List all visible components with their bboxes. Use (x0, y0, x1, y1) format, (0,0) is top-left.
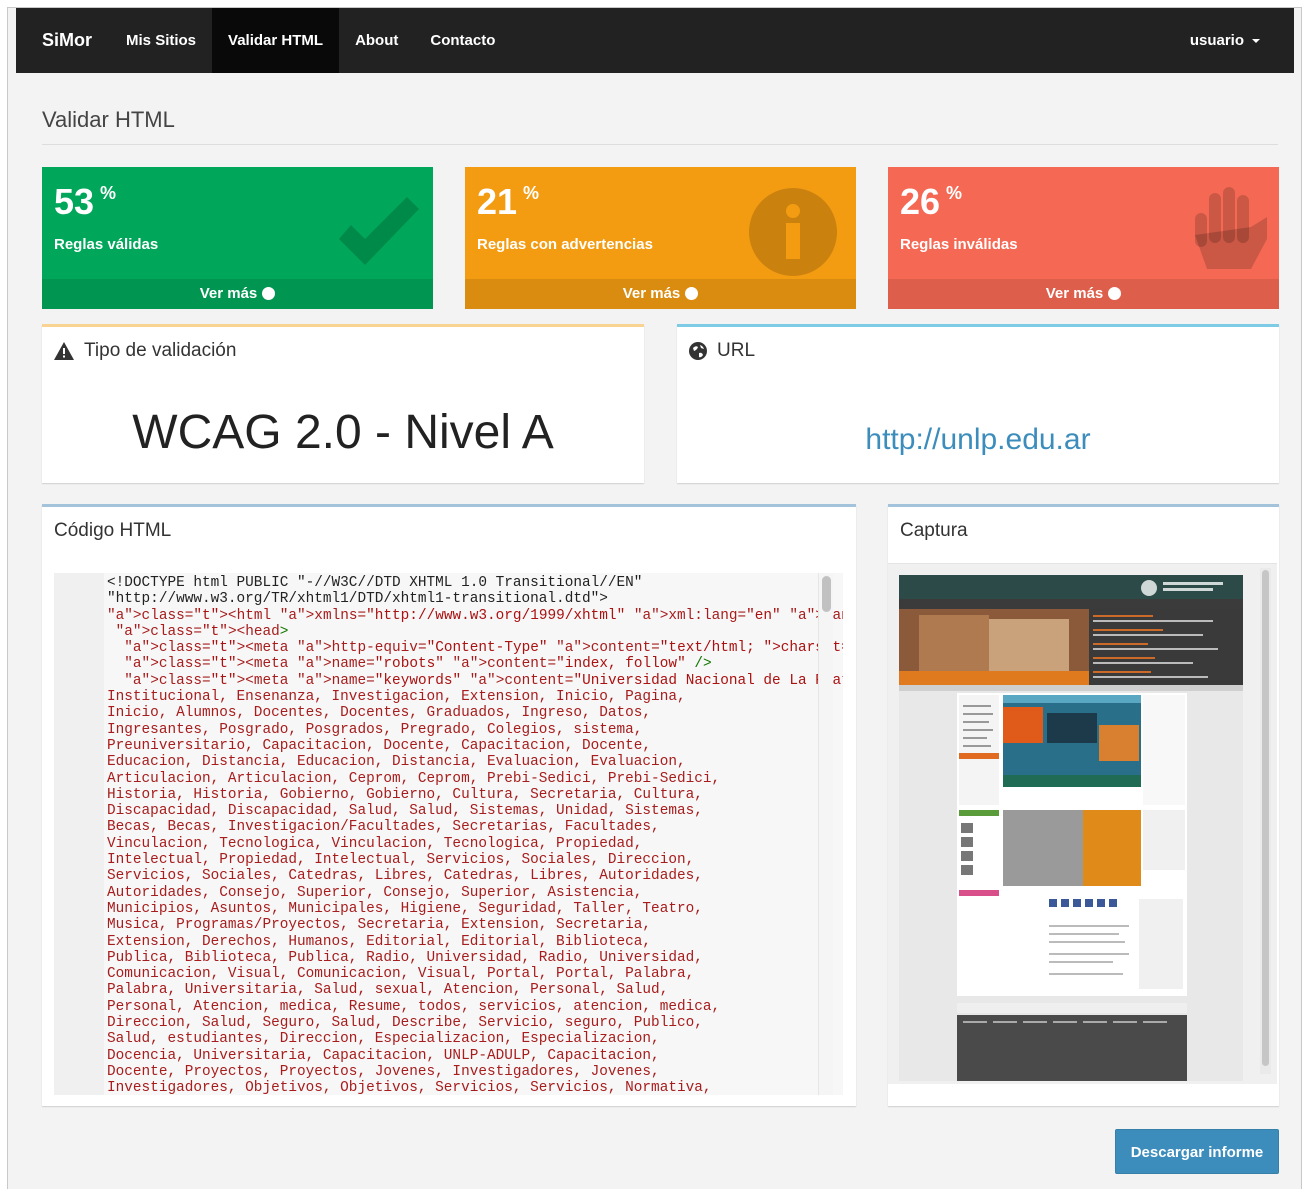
validation-type-box: Tipo de validación WCAG 2.0 - Nivel A (42, 324, 644, 483)
nav-item-mis-sitios[interactable]: Mis Sitios (110, 8, 212, 73)
code-line: Becas, Becas, Investigacion/Facultades, … (107, 819, 660, 836)
stat-invalid-more-link[interactable]: Ver más (888, 279, 1279, 309)
code-line: Extension, Derechos, Humanos, Editorial,… (107, 933, 652, 950)
stat-box-valid: 53% Reglas válidas Ver más (42, 167, 433, 309)
info-icon (749, 188, 837, 276)
validation-type-value: WCAG 2.0 - Nivel A (132, 406, 554, 459)
brand-logo[interactable]: SiMor (16, 8, 110, 73)
code-line: Servicios, Sociales, Catedras, Libres, C… (107, 868, 703, 885)
html-code-box: Código HTML <!DOCTYPE html PUBLIC "-//W3… (42, 504, 856, 1106)
code-scrollbar-thumb[interactable] (822, 576, 831, 612)
site-url-link[interactable]: http://unlp.edu.ar (677, 423, 1279, 457)
code-line: Discapacidad, Discapacidad, Salud, Salud… (107, 803, 703, 820)
html-source-code: <!DOCTYPE html PUBLIC "-//W3C//DTD XHTML… (107, 575, 843, 1095)
code-line: Educacion, Distancia, Educacion, Distanc… (107, 754, 686, 771)
html-code-viewer[interactable]: <!DOCTYPE html PUBLIC "-//W3C//DTD XHTML… (54, 573, 843, 1095)
url-heading: URL (689, 340, 755, 362)
capture-heading: Captura (900, 520, 968, 541)
code-line: Articulacion, Articulacion, Ceprom, Cepr… (107, 770, 721, 787)
code-gutter (54, 573, 104, 1095)
capture-box: Captura (888, 504, 1279, 1106)
app-frame: SiMor Mis Sitios Validar HTML About Cont… (7, 7, 1302, 1189)
stat-valid-label: Reglas válidas (54, 236, 159, 253)
code-line: Intelectual, Propiedad, Intelectual, Ser… (107, 852, 695, 869)
nav-item-validar-html[interactable]: Validar HTML (212, 8, 340, 73)
arrow-circle-right-icon (262, 286, 276, 300)
capture-viewport[interactable] (888, 563, 1277, 1084)
code-line: "a">class="t"><head> (115, 623, 289, 640)
validation-type-heading: Tipo de validación (54, 340, 236, 362)
code-line: Investigadores, Objetivos, Objetivos, Se… (107, 1080, 712, 1095)
stat-warnings-label: Reglas con advertencias (477, 236, 653, 253)
capture-scrollbar[interactable] (1260, 568, 1271, 1074)
code-line: Vinculacion, Tecnologica, Vinculacion, T… (107, 835, 643, 852)
code-line: "a">class="t"><meta "a">name="keywords" … (124, 672, 843, 689)
stat-box-invalid: 26% Reglas inválidas Ver más (888, 167, 1279, 309)
top-navbar: SiMor Mis Sitios Validar HTML About Cont… (16, 8, 1294, 73)
code-line: Inicio, Alumnos, Docentes, Docentes, Gra… (107, 705, 652, 722)
code-line: Personal, Atencion, medica, Resume, todo… (107, 998, 721, 1015)
check-icon (339, 197, 419, 265)
nav-item-contacto[interactable]: Contacto (414, 8, 511, 73)
download-report-button[interactable]: Descargar informe (1115, 1129, 1279, 1174)
code-line: "a">class="t"><meta "a">http-equiv="Cont… (124, 640, 843, 657)
stat-warnings-more-link[interactable]: Ver más (465, 279, 856, 309)
stat-invalid-value: 26% (900, 181, 963, 222)
code-scrollbar[interactable] (818, 573, 833, 1095)
code-line: Musica, Programas/Proyectos, Secretaria,… (107, 917, 652, 934)
code-line: Salud, estudiantes, Direccion, Especiali… (107, 1031, 660, 1048)
code-line: Municipios, Asuntos, Municipales, Higien… (107, 900, 703, 917)
hand-stop-icon (1195, 187, 1267, 269)
caret-down-icon (1252, 39, 1260, 44)
site-screenshot (899, 575, 1243, 1081)
nav-item-about[interactable]: About (339, 8, 414, 73)
code-line: Preuniversitario, Capacitacion, Docente,… (107, 737, 652, 754)
code-line: Publica, Biblioteca, Publica, Radio, Uni… (107, 949, 703, 966)
arrow-circle-right-icon (1108, 286, 1122, 300)
capture-scrollbar-thumb[interactable] (1262, 570, 1269, 1066)
code-line: Ingresantes, Posgrado, Posgrados, Pregra… (107, 721, 643, 738)
code-line: "a">class="t"><html "a">xmlns="http://ww… (107, 607, 843, 624)
page-title: Validar HTML (42, 107, 175, 132)
code-line: Autoridades, Consejo, Superior, Consejo,… (107, 884, 643, 901)
stat-valid-value: 53% (54, 181, 117, 222)
stat-box-warnings: 21% Reglas con advertencias Ver más (465, 167, 856, 309)
code-line: Institucional, Ensenanza, Investigacion,… (107, 689, 686, 706)
stat-valid-more-link[interactable]: Ver más (42, 279, 433, 309)
code-line: Direccion, Salud, Seguro, Salud, Describ… (107, 1015, 703, 1032)
code-line: Comunicacion, Visual, Comunicacion, Visu… (107, 966, 695, 983)
warning-icon (54, 342, 74, 360)
stat-warnings-value: 21% (477, 181, 540, 222)
html-code-heading: Código HTML (54, 520, 172, 541)
code-line: Docencia, Universitaria, Capacitacion, U… (107, 1047, 660, 1064)
code-line: Palabra, Universitaria, Salud, sexual, A… (107, 982, 669, 999)
code-line: "http://www.w3.org/TR/xhtml1/DTD/xhtml1-… (107, 591, 608, 608)
site-screenshot-image (899, 575, 1243, 1081)
code-line: "a">class="t"><meta "a">name="robots" "a… (124, 656, 712, 673)
code-line: <!DOCTYPE html PUBLIC "-//W3C//DTD XHTML… (107, 575, 643, 591)
url-box: URL http://unlp.edu.ar (677, 324, 1279, 483)
stat-invalid-label: Reglas inválidas (900, 236, 1018, 253)
user-menu[interactable]: usuario (1190, 32, 1294, 49)
code-line: Historia, Historia, Gobierno, Gobierno, … (107, 786, 703, 803)
user-menu-label: usuario (1189, 32, 1244, 49)
arrow-circle-right-icon (685, 286, 699, 300)
globe-icon (689, 342, 707, 360)
title-divider (42, 144, 1278, 145)
code-line: Docente, Proyectos, Proyectos, Jovenes, … (107, 1063, 660, 1080)
